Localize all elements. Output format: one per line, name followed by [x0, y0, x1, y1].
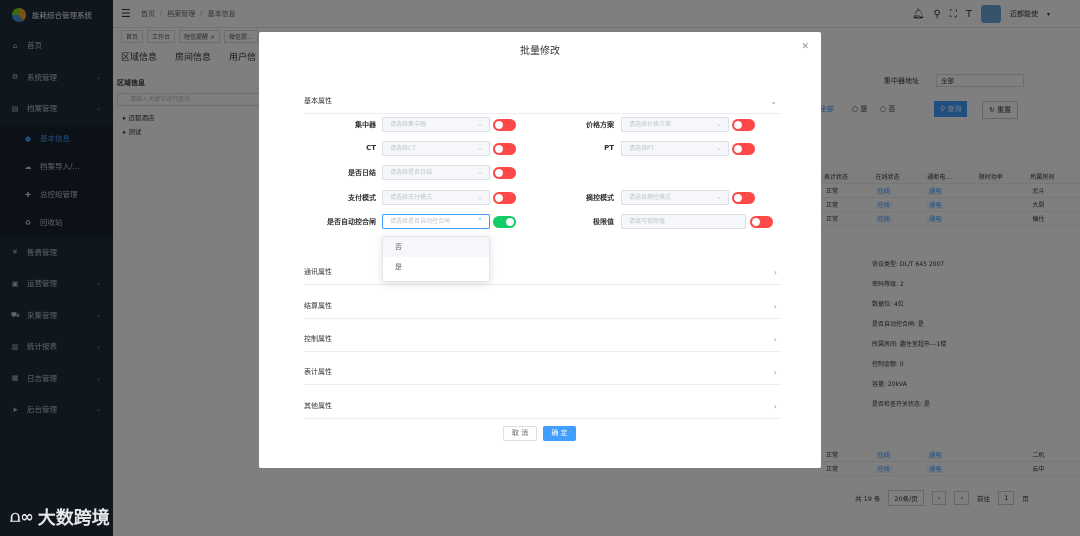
chevron-down-icon: ⌄ — [477, 120, 483, 128]
section-other[interactable]: 其他属性 › — [304, 394, 781, 419]
autoclose-switch[interactable] — [493, 216, 516, 228]
daily-label: 是否日结 — [348, 169, 376, 177]
select-placeholder: 请选择支付模式 — [390, 194, 433, 201]
pt-switch[interactable] — [732, 143, 755, 155]
section-title: 通讯属性 — [304, 268, 332, 276]
concentrator-label: 集中器 — [355, 121, 376, 129]
section-title: 控制属性 — [304, 335, 332, 343]
chevron-right-icon: › — [773, 367, 777, 377]
concentrator-switch[interactable] — [493, 119, 516, 131]
select-placeholder: 请选择CT — [390, 145, 416, 152]
autoclose-select[interactable]: 请选择是否自动控合闸 ⌃ — [382, 214, 490, 229]
daily-switch[interactable] — [493, 167, 516, 179]
limit-label: 极限值 — [593, 218, 614, 226]
section-title: 表计属性 — [304, 368, 332, 376]
limit-switch[interactable] — [750, 216, 773, 228]
option-yes[interactable]: 是 — [383, 257, 489, 277]
ct-switch[interactable] — [493, 143, 516, 155]
section-title: 其他属性 — [304, 402, 332, 410]
chevron-right-icon: › — [773, 401, 777, 411]
chevron-down-icon: ⌄ — [477, 144, 483, 152]
ct-select[interactable]: 请选择CT ⌄ — [382, 141, 490, 156]
select-placeholder: 请选择是否自动控合闸 — [390, 218, 451, 225]
chevron-down-icon: ⌄ — [716, 144, 722, 152]
batch-edit-dialog: 批量修改 ✕ 基本属性 ⌄ 集中器 请选择集中器 ⌄ 价格方案 请选择价格方案 ⌄ … — [259, 32, 821, 468]
pt-label: PT — [604, 144, 614, 152]
watermark: ⩍∞ 大数跨境 — [10, 504, 110, 530]
section-basic[interactable]: 基本属性 ⌄ — [304, 89, 781, 114]
chevron-down-icon: ⌄ — [477, 168, 483, 176]
dialog-title: 批量修改 — [520, 46, 560, 57]
select-placeholder: 请选择摘控模式 — [629, 194, 672, 201]
section-settle[interactable]: 结算属性 › — [304, 294, 781, 319]
cancel-button[interactable]: 取 消 — [503, 426, 537, 441]
daily-select[interactable]: 请选择是否日结 ⌄ — [382, 165, 490, 180]
chevron-right-icon: › — [773, 267, 777, 277]
autoclose-label: 是否自动控合闸 — [327, 218, 376, 226]
autoclose-dropdown: 否 是 — [382, 236, 490, 282]
section-comm[interactable]: 通讯属性 › — [304, 260, 781, 285]
chevron-right-icon: › — [773, 301, 777, 311]
concentrator-select[interactable]: 请选择集中器 ⌄ — [382, 117, 490, 132]
price-label: 价格方案 — [586, 121, 614, 129]
chevron-down-icon: ⌄ — [716, 193, 722, 201]
ct-label: CT — [366, 144, 376, 152]
pt-select[interactable]: 请选择PT ⌄ — [621, 141, 729, 156]
chevron-down-icon: ⌄ — [770, 96, 777, 106]
paymode-label: 支付模式 — [348, 194, 376, 202]
chevron-up-icon: ⌃ — [477, 217, 483, 225]
select-placeholder: 请选择价格方案 — [629, 121, 672, 128]
chevron-down-icon: ⌄ — [716, 120, 722, 128]
section-title: 结算属性 — [304, 302, 332, 310]
ctrlmode-select[interactable]: 请选择摘控模式 ⌄ — [621, 190, 729, 205]
price-select[interactable]: 请选择价格方案 ⌄ — [621, 117, 729, 132]
ctrlmode-switch[interactable] — [732, 192, 755, 204]
chevron-right-icon: › — [773, 334, 777, 344]
close-icon[interactable]: ✕ — [801, 42, 809, 52]
select-placeholder: 请选择集中器 — [390, 121, 427, 128]
limit-input[interactable]: 请填写极限值 — [621, 214, 746, 229]
section-meter[interactable]: 表计属性 › — [304, 360, 781, 385]
select-placeholder: 请选择是否日结 — [390, 169, 433, 176]
price-switch[interactable] — [732, 119, 755, 131]
chevron-down-icon: ⌄ — [477, 193, 483, 201]
select-placeholder: 请选择PT — [629, 145, 655, 152]
watermark-logo-icon: ⩍∞ — [10, 507, 34, 526]
option-no[interactable]: 否 — [383, 237, 489, 257]
paymode-select[interactable]: 请选择支付模式 ⌄ — [382, 190, 490, 205]
confirm-button[interactable]: 确 定 — [543, 426, 576, 441]
watermark-text: 大数跨境 — [37, 508, 110, 529]
ctrlmode-label: 摘控模式 — [586, 194, 614, 202]
paymode-switch[interactable] — [493, 192, 516, 204]
section-control[interactable]: 控制属性 › — [304, 327, 781, 352]
section-title: 基本属性 — [304, 97, 332, 105]
